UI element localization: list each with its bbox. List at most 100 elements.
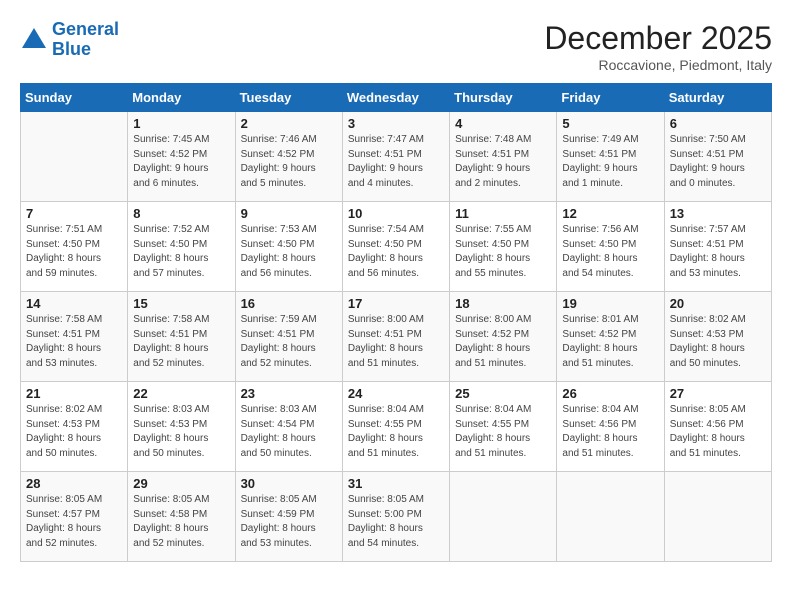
calendar-cell: 9Sunrise: 7:53 AM Sunset: 4:50 PM Daylig… (235, 202, 342, 292)
calendar-cell (664, 472, 771, 562)
day-info: Sunrise: 7:58 AM Sunset: 4:51 PM Dayligh… (133, 313, 229, 371)
day-info: Sunrise: 7:49 AM Sunset: 4:51 PM Dayligh… (562, 133, 658, 191)
day-number: 25 (455, 386, 551, 401)
day-number: 17 (348, 296, 444, 311)
day-info: Sunrise: 7:46 AM Sunset: 4:52 PM Dayligh… (241, 133, 337, 191)
calendar-week-row: 14 Sunrise: 7:58 AM Sunset: 4:51 PM Dayli… (21, 292, 772, 382)
calendar-cell: 31Sunrise: 8:05 AM Sunset: 5:00 PM Dayli… (342, 472, 449, 562)
day-info: Sunrise: 8:04 AM Sunset: 4:55 PM Dayligh… (348, 403, 444, 461)
day-info: Sunrise: 8:05 AM Sunset: 4:57 PM Dayligh… (26, 493, 122, 551)
calendar-cell: 29 Sunrise: 8:05 AM Sunset: 4:58 PM Dayli… (128, 472, 235, 562)
day-number: 27 (670, 386, 766, 401)
logo-line2: Blue (52, 39, 91, 59)
day-number: 20 (670, 296, 766, 311)
title-block: December 2025 Roccavione, Piedmont, Ital… (544, 20, 772, 73)
day-number: 3 (348, 116, 444, 131)
calendar-cell: 30Sunrise: 8:05 AM Sunset: 4:59 PM Dayli… (235, 472, 342, 562)
weekday-header: Monday (128, 84, 235, 112)
calendar-cell: 23Sunrise: 8:03 AM Sunset: 4:54 PM Dayli… (235, 382, 342, 472)
day-number: 29 (133, 476, 229, 491)
logo-text: General Blue (52, 20, 119, 60)
calendar-cell (450, 472, 557, 562)
day-info: Sunrise: 7:45 AM Sunset: 4:52 PM Dayligh… (133, 133, 229, 191)
day-info: Sunrise: 8:04 AM Sunset: 4:55 PM Dayligh… (455, 403, 551, 461)
day-info: Sunrise: 8:01 AM Sunset: 4:52 PM Dayligh… (562, 313, 658, 371)
calendar-cell: 22 Sunrise: 8:03 AM Sunset: 4:53 PM Dayli… (128, 382, 235, 472)
day-number: 1 (133, 116, 229, 131)
day-info: Sunrise: 7:58 AM Sunset: 4:51 PM Dayligh… (26, 313, 122, 371)
day-number: 7 (26, 206, 122, 221)
calendar-cell: 27 Sunrise: 8:05 AM Sunset: 4:56 PM Dayli… (664, 382, 771, 472)
weekday-header: Thursday (450, 84, 557, 112)
calendar-cell: 2 Sunrise: 7:46 AM Sunset: 4:52 PM Daylig… (235, 112, 342, 202)
day-info: Sunrise: 8:05 AM Sunset: 4:59 PM Dayligh… (241, 493, 337, 551)
calendar-cell: 11Sunrise: 7:55 AM Sunset: 4:50 PM Dayli… (450, 202, 557, 292)
calendar-cell: 5Sunrise: 7:49 AM Sunset: 4:51 PM Daylig… (557, 112, 664, 202)
day-number: 2 (241, 116, 337, 131)
calendar-cell: 18 Sunrise: 8:00 AM Sunset: 4:52 PM Dayli… (450, 292, 557, 382)
calendar-week-row: 1 Sunrise: 7:45 AM Sunset: 4:52 PM Daylig… (21, 112, 772, 202)
calendar-cell: 1 Sunrise: 7:45 AM Sunset: 4:52 PM Daylig… (128, 112, 235, 202)
day-number: 16 (241, 296, 337, 311)
day-info: Sunrise: 8:04 AM Sunset: 4:56 PM Dayligh… (562, 403, 658, 461)
calendar-cell: 28Sunrise: 8:05 AM Sunset: 4:57 PM Dayli… (21, 472, 128, 562)
calendar-cell: 20 Sunrise: 8:02 AM Sunset: 4:53 PM Dayli… (664, 292, 771, 382)
calendar-cell: 10Sunrise: 7:54 AM Sunset: 4:50 PM Dayli… (342, 202, 449, 292)
day-number: 6 (670, 116, 766, 131)
day-number: 13 (670, 206, 766, 221)
logo-line1: General (52, 19, 119, 39)
day-info: Sunrise: 8:00 AM Sunset: 4:52 PM Dayligh… (455, 313, 551, 371)
calendar-cell: 12Sunrise: 7:56 AM Sunset: 4:50 PM Dayli… (557, 202, 664, 292)
day-number: 26 (562, 386, 658, 401)
calendar-cell: 6 Sunrise: 7:50 AM Sunset: 4:51 PM Daylig… (664, 112, 771, 202)
day-number: 9 (241, 206, 337, 221)
day-info: Sunrise: 7:55 AM Sunset: 4:50 PM Dayligh… (455, 223, 551, 281)
calendar-cell (21, 112, 128, 202)
calendar-week-row: 7 Sunrise: 7:51 AM Sunset: 4:50 PM Daylig… (21, 202, 772, 292)
day-number: 22 (133, 386, 229, 401)
calendar-cell: 3 Sunrise: 7:47 AM Sunset: 4:51 PM Daylig… (342, 112, 449, 202)
location: Roccavione, Piedmont, Italy (544, 57, 772, 73)
weekday-header: Saturday (664, 84, 771, 112)
day-info: Sunrise: 7:48 AM Sunset: 4:51 PM Dayligh… (455, 133, 551, 191)
day-info: Sunrise: 7:51 AM Sunset: 4:50 PM Dayligh… (26, 223, 122, 281)
calendar-cell: 21Sunrise: 8:02 AM Sunset: 4:53 PM Dayli… (21, 382, 128, 472)
day-info: Sunrise: 8:03 AM Sunset: 4:53 PM Dayligh… (133, 403, 229, 461)
day-number: 24 (348, 386, 444, 401)
weekday-header: Tuesday (235, 84, 342, 112)
calendar-cell: 8 Sunrise: 7:52 AM Sunset: 4:50 PM Daylig… (128, 202, 235, 292)
day-info: Sunrise: 8:05 AM Sunset: 4:56 PM Dayligh… (670, 403, 766, 461)
weekday-header: Sunday (21, 84, 128, 112)
day-info: Sunrise: 7:52 AM Sunset: 4:50 PM Dayligh… (133, 223, 229, 281)
day-info: Sunrise: 8:05 AM Sunset: 4:58 PM Dayligh… (133, 493, 229, 551)
day-number: 10 (348, 206, 444, 221)
day-number: 8 (133, 206, 229, 221)
day-number: 21 (26, 386, 122, 401)
day-info: Sunrise: 7:59 AM Sunset: 4:51 PM Dayligh… (241, 313, 337, 371)
calendar-table: SundayMondayTuesdayWednesdayThursdayFrid… (20, 83, 772, 562)
calendar-week-row: 21Sunrise: 8:02 AM Sunset: 4:53 PM Dayli… (21, 382, 772, 472)
day-info: Sunrise: 8:03 AM Sunset: 4:54 PM Dayligh… (241, 403, 337, 461)
calendar-cell: 24 Sunrise: 8:04 AM Sunset: 4:55 PM Dayli… (342, 382, 449, 472)
calendar-header: SundayMondayTuesdayWednesdayThursdayFrid… (21, 84, 772, 112)
day-number: 14 (26, 296, 122, 311)
weekday-header: Friday (557, 84, 664, 112)
month-title: December 2025 (544, 20, 772, 57)
day-number: 4 (455, 116, 551, 131)
day-number: 18 (455, 296, 551, 311)
day-info: Sunrise: 8:02 AM Sunset: 4:53 PM Dayligh… (670, 313, 766, 371)
day-info: Sunrise: 7:57 AM Sunset: 4:51 PM Dayligh… (670, 223, 766, 281)
calendar-cell: 14 Sunrise: 7:58 AM Sunset: 4:51 PM Dayli… (21, 292, 128, 382)
page-header: General Blue December 2025 Roccavione, P… (20, 20, 772, 73)
day-number: 15 (133, 296, 229, 311)
calendar-cell: 25 Sunrise: 8:04 AM Sunset: 4:55 PM Dayli… (450, 382, 557, 472)
day-info: Sunrise: 7:50 AM Sunset: 4:51 PM Dayligh… (670, 133, 766, 191)
calendar-week-row: 28Sunrise: 8:05 AM Sunset: 4:57 PM Dayli… (21, 472, 772, 562)
calendar-cell: 16 Sunrise: 7:59 AM Sunset: 4:51 PM Dayli… (235, 292, 342, 382)
day-info: Sunrise: 7:47 AM Sunset: 4:51 PM Dayligh… (348, 133, 444, 191)
calendar-cell: 13 Sunrise: 7:57 AM Sunset: 4:51 PM Dayli… (664, 202, 771, 292)
day-number: 19 (562, 296, 658, 311)
day-number: 12 (562, 206, 658, 221)
calendar-cell: 7 Sunrise: 7:51 AM Sunset: 4:50 PM Daylig… (21, 202, 128, 292)
calendar-cell: 19 Sunrise: 8:01 AM Sunset: 4:52 PM Dayli… (557, 292, 664, 382)
